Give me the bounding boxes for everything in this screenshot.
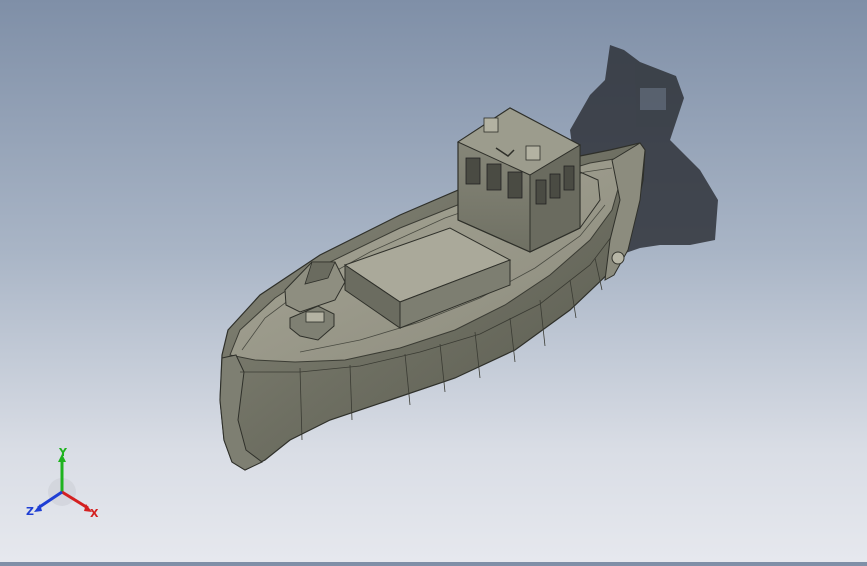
roof-vent-icon [525, 145, 541, 161]
roof-vent-icon [483, 117, 499, 133]
x-axis-label: X [90, 507, 99, 520]
y-axis-label: Y [58, 448, 68, 459]
z-axis-label: Z [26, 505, 34, 518]
graphics-viewport[interactable] [0, 0, 867, 562]
view-orientation-triad[interactable]: Y X Z [22, 446, 108, 526]
porthole-icon [611, 251, 625, 265]
model-canvas[interactable] [0, 0, 867, 562]
